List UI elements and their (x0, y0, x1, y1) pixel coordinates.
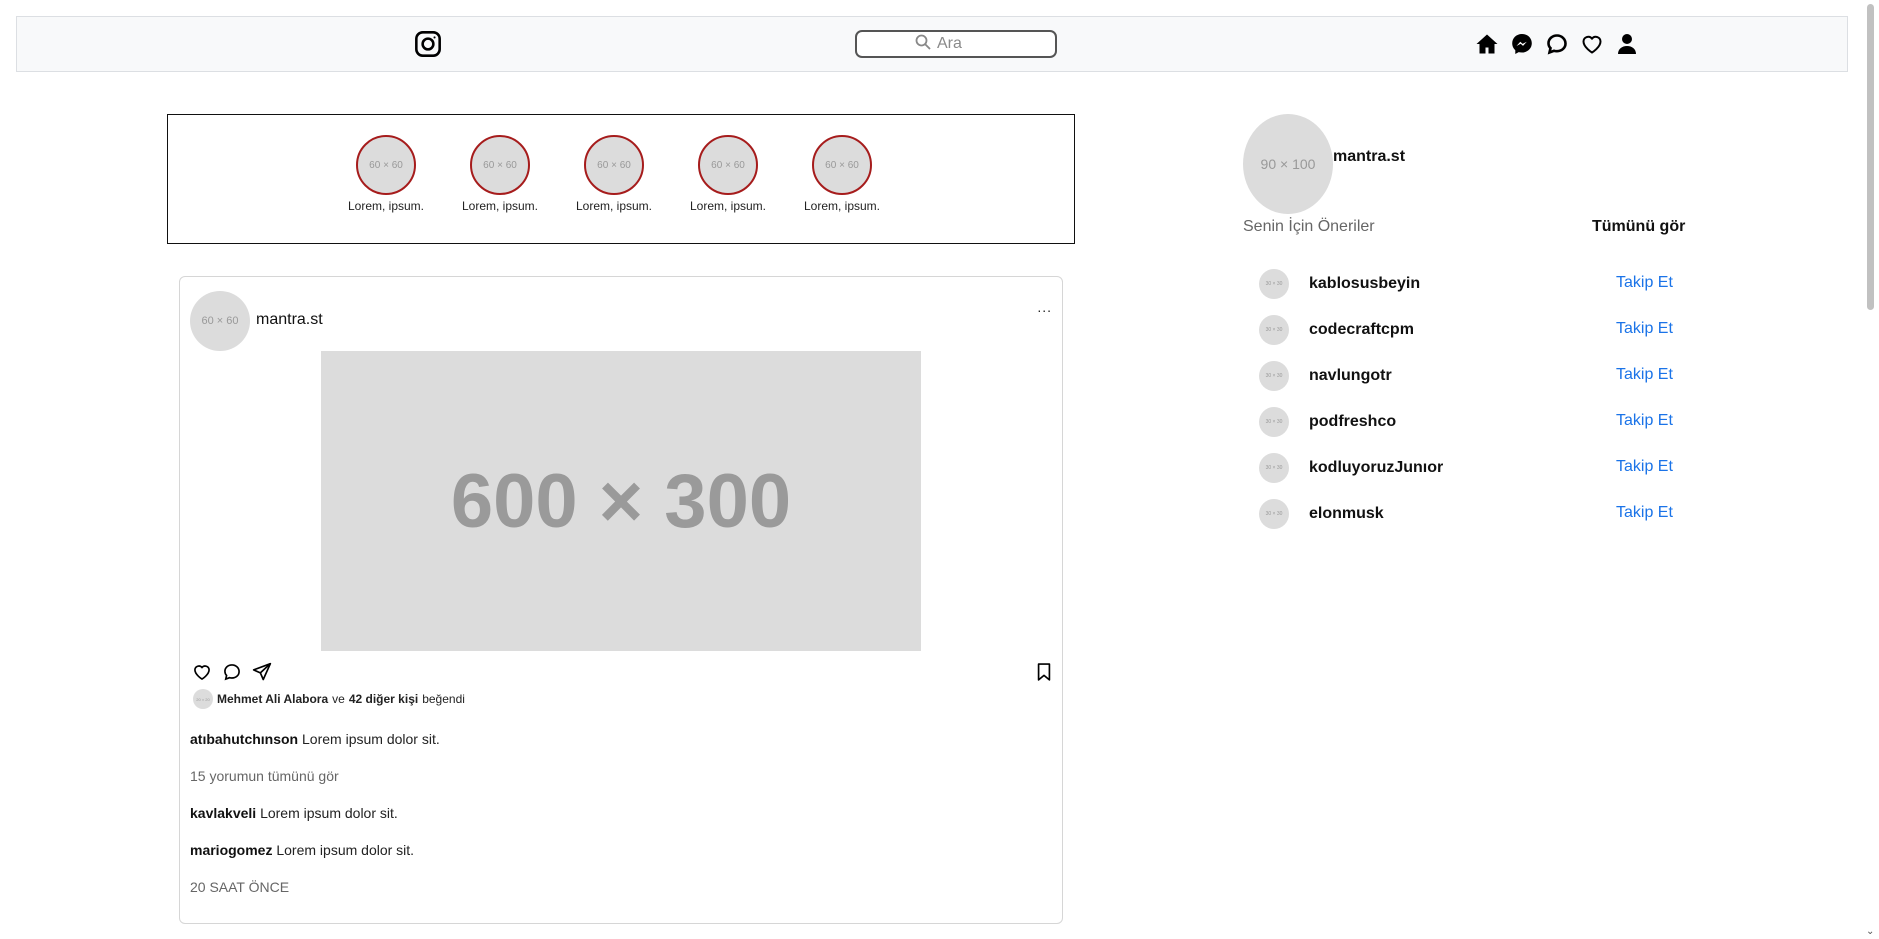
view-all-comments-link[interactable]: 15 yorumun tümünü gör (190, 768, 339, 784)
instagram-icon[interactable] (414, 30, 442, 58)
stories-bar: 60 × 60 Lorem, ipsum. 60 × 60 Lorem, ips… (167, 114, 1075, 244)
story-label: Lorem, ipsum. (803, 199, 881, 213)
share-icon[interactable] (252, 662, 272, 682)
home-icon[interactable] (1475, 32, 1499, 56)
story-avatar: 60 × 60 (356, 135, 416, 195)
story-item[interactable]: 60 × 60 Lorem, ipsum. (682, 135, 774, 213)
post-caption: atıbahutchınson Lorem ipsum dolor sit. (190, 731, 440, 747)
bookmark-icon[interactable] (1034, 662, 1054, 682)
search-icon (915, 34, 931, 55)
comment-text: Lorem ipsum dolor sit. (260, 805, 398, 821)
search-input[interactable] (937, 35, 997, 53)
follow-button[interactable]: Takip Et (1616, 458, 1673, 476)
story-item[interactable]: 60 × 60 Lorem, ipsum. (568, 135, 660, 213)
profile-username[interactable]: mantra.st (1333, 148, 1405, 166)
suggestion-avatar[interactable]: 30 × 30 (1259, 361, 1289, 391)
story-avatar: 60 × 60 (698, 135, 758, 195)
suggestion-row: 30 × 30 navlungotr Takip Et (1259, 361, 1679, 391)
caption-username[interactable]: atıbahutchınson (190, 731, 298, 747)
see-all-link[interactable]: Tümünü gör (1592, 218, 1685, 236)
likes-connector: ve (332, 692, 345, 706)
heart-icon[interactable] (1580, 32, 1604, 56)
follow-button[interactable]: Takip Et (1616, 366, 1673, 384)
like-icon[interactable] (192, 662, 212, 682)
post-username[interactable]: mantra.st (256, 311, 323, 329)
suggestion-row: 30 × 30 podfreshco Takip Et (1259, 407, 1679, 437)
story-label: Lorem, ipsum. (575, 199, 653, 213)
suggestion-row: 30 × 30 codecraftcpm Takip Et (1259, 315, 1679, 345)
suggestion-avatar[interactable]: 30 × 30 (1259, 453, 1289, 483)
post-card: 60 × 60 mantra.st ... 600 × 300 20 × 20 … (179, 276, 1063, 924)
story-label: Lorem, ipsum. (689, 199, 767, 213)
suggestion-username[interactable]: kodluyoruzJunıor (1309, 459, 1443, 477)
story-avatar: 60 × 60 (812, 135, 872, 195)
profile-avatar[interactable]: 90 × 100 (1243, 114, 1333, 214)
story-item[interactable]: 60 × 60 Lorem, ipsum. (340, 135, 432, 213)
search-box[interactable] (855, 30, 1057, 58)
follow-button[interactable]: Takip Et (1616, 320, 1673, 338)
suggestion-row: 30 × 30 kodluyoruzJunıor Takip Et (1259, 453, 1679, 483)
story-label: Lorem, ipsum. (461, 199, 539, 213)
comment-item: kavlakveli Lorem ipsum dolor sit. (190, 805, 398, 821)
suggestion-username[interactable]: codecraftcpm (1309, 321, 1414, 339)
suggestion-username[interactable]: podfreshco (1309, 413, 1396, 431)
suggestion-username[interactable]: navlungotr (1309, 367, 1392, 385)
suggestions-title: Senin İçin Öneriler (1243, 218, 1375, 235)
chat-icon[interactable] (1545, 32, 1569, 56)
post-timestamp: 20 SAAT ÖNCE (190, 879, 290, 895)
comment-username[interactable]: kavlakveli (190, 805, 256, 821)
suggestion-avatar[interactable]: 30 × 30 (1259, 407, 1289, 437)
caption-text: Lorem ipsum dolor sit. (302, 731, 440, 747)
follow-button[interactable]: Takip Et (1616, 274, 1673, 292)
suggestion-avatar[interactable]: 30 × 30 (1259, 269, 1289, 299)
page-scrollbar[interactable]: ⌄ (1862, 0, 1879, 939)
comment-item: mariogomez Lorem ipsum dolor sit. (190, 842, 414, 858)
scroll-down-arrow-icon[interactable]: ⌄ (1866, 926, 1874, 937)
more-options-button[interactable]: ... (1037, 299, 1052, 315)
likes-suffix: beğendi (422, 692, 465, 706)
liker-name[interactable]: Mehmet Ali Alabora (217, 692, 328, 706)
comment-username[interactable]: mariogomez (190, 842, 272, 858)
story-avatar: 60 × 60 (584, 135, 644, 195)
post-actions (192, 662, 272, 682)
user-icon[interactable] (1615, 32, 1639, 56)
liker-avatar: 20 × 20 (193, 689, 213, 709)
post-image[interactable]: 600 × 300 (321, 351, 921, 651)
suggestion-username[interactable]: kablosusbeyin (1309, 275, 1420, 293)
likes-summary: 20 × 20 Mehmet Ali Alabora ve 42 diğer k… (193, 689, 465, 709)
story-avatar: 60 × 60 (470, 135, 530, 195)
scrollbar-thumb[interactable] (1867, 4, 1874, 310)
suggestion-row: 30 × 30 kablosusbeyin Takip Et (1259, 269, 1679, 299)
story-item[interactable]: 60 × 60 Lorem, ipsum. (796, 135, 888, 213)
likes-others[interactable]: 42 diğer kişi (349, 692, 418, 706)
story-label: Lorem, ipsum. (347, 199, 425, 213)
suggestion-avatar[interactable]: 30 × 30 (1259, 315, 1289, 345)
suggestion-username[interactable]: elonmusk (1309, 505, 1384, 523)
nav-icons (1475, 32, 1639, 56)
suggestion-avatar[interactable]: 30 × 30 (1259, 499, 1289, 529)
follow-button[interactable]: Takip Et (1616, 504, 1673, 522)
story-item[interactable]: 60 × 60 Lorem, ipsum. (454, 135, 546, 213)
top-navbar (16, 16, 1848, 72)
follow-button[interactable]: Takip Et (1616, 412, 1673, 430)
comment-text: Lorem ipsum dolor sit. (276, 842, 415, 858)
suggestion-row: 30 × 30 elonmusk Takip Et (1259, 499, 1679, 529)
post-avatar[interactable]: 60 × 60 (190, 291, 250, 351)
comment-icon[interactable] (222, 662, 242, 682)
messenger-icon[interactable] (1510, 32, 1534, 56)
